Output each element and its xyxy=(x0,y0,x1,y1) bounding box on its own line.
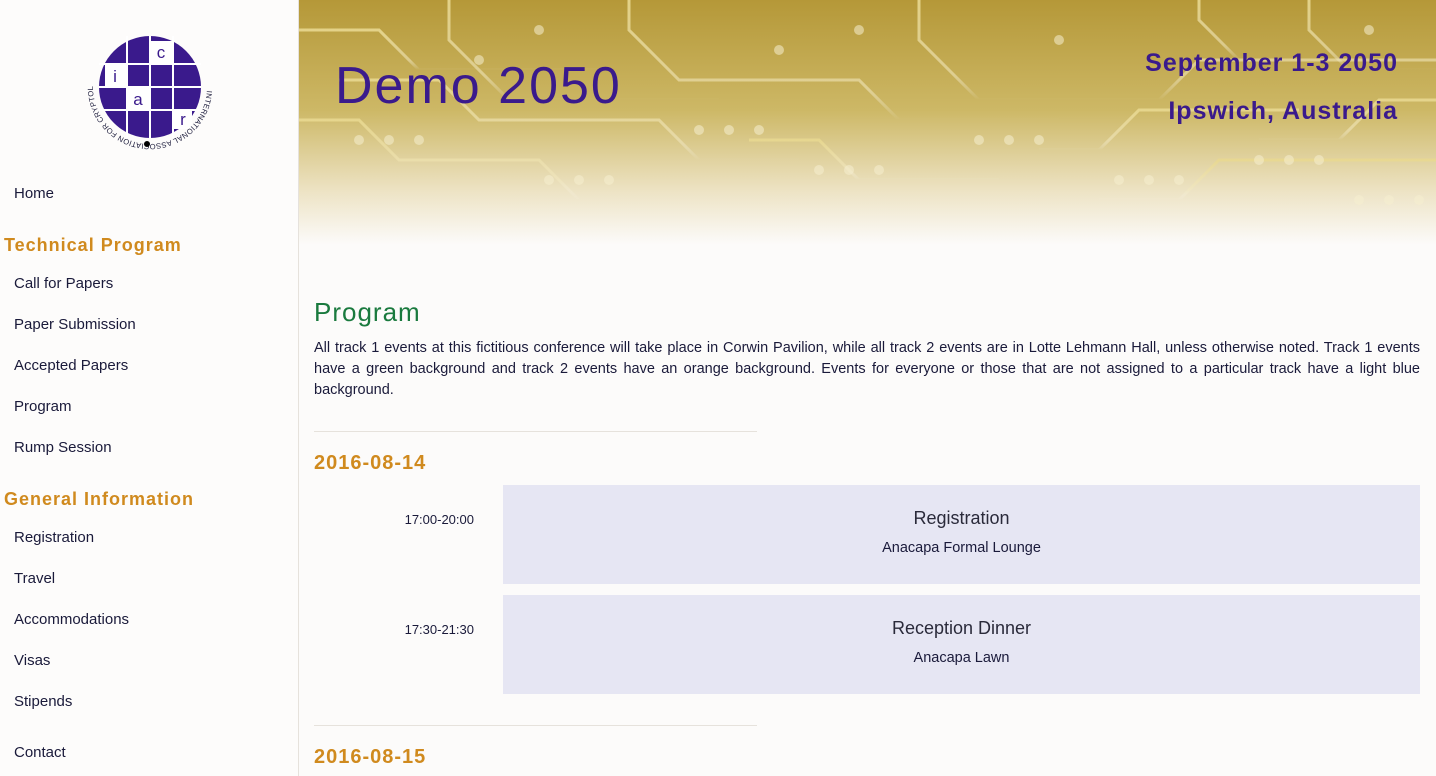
svg-text:r: r xyxy=(180,110,186,129)
program-intro: All track 1 events at this fictitious co… xyxy=(314,340,1420,398)
event-date: September 1-3 2050 xyxy=(1145,49,1398,77)
sidebar-item-visas[interactable]: Visas xyxy=(14,652,50,670)
page-title: Program xyxy=(314,297,421,327)
sidebar-item-home[interactable]: Home xyxy=(14,185,54,203)
sidebar-heading-general-information: General Information xyxy=(4,489,195,509)
event-time: 17:00-20:00 xyxy=(404,512,474,527)
svg-text:c: c xyxy=(157,43,166,62)
site-title: Demo 2050 xyxy=(335,57,622,115)
day-heading: 2016-08-15 xyxy=(314,746,427,768)
svg-text:i: i xyxy=(113,67,117,86)
event-location: Ipswich, Australia xyxy=(1168,97,1398,125)
header-banner: Demo 2050 September 1-3 2050 Ipswich, Au… xyxy=(299,0,1436,245)
day-divider xyxy=(314,725,757,726)
event-title: Reception Dinner xyxy=(891,618,1032,638)
sidebar-item-registration[interactable]: Registration xyxy=(14,529,94,547)
sidebar-item-rump-session[interactable]: Rump Session xyxy=(14,439,112,457)
sidebar-item-stipends[interactable]: Stipends xyxy=(14,693,72,711)
event-room: Anacapa Formal Lounge xyxy=(882,540,1041,556)
sidebar-item-accepted-papers[interactable]: Accepted Papers xyxy=(14,357,128,375)
sidebar-heading-technical-program: Technical Program xyxy=(4,235,182,255)
iacr-logo[interactable]: c i a r INTERNATIONAL ASSOCIATION FOR CR… xyxy=(81,17,216,151)
sidebar-item-travel[interactable]: Travel xyxy=(14,570,55,588)
event-time: 17:30-21:30 xyxy=(404,622,474,637)
sidebar: c i a r INTERNATIONAL ASSOCIATION FOR CR… xyxy=(0,0,299,776)
sidebar-item-call-for-papers[interactable]: Call for Papers xyxy=(14,275,113,293)
sidebar-item-contact[interactable]: Contact xyxy=(14,744,66,762)
iacr-logo-icon: c i a r INTERNATIONAL ASSOCIATION FOR CR… xyxy=(81,17,214,151)
sidebar-item-paper-submission[interactable]: Paper Submission xyxy=(14,316,136,334)
day-heading: 2016-08-14 xyxy=(314,452,427,474)
event-card-reception-dinner[interactable]: Reception Dinner Anacapa Lawn xyxy=(503,595,1420,694)
sidebar-item-accommodations[interactable]: Accommodations xyxy=(14,611,129,629)
day-divider xyxy=(314,431,757,432)
event-card-registration[interactable]: Registration Anacapa Formal Lounge xyxy=(503,485,1420,584)
event-title: Registration xyxy=(913,508,1010,528)
sidebar-item-program[interactable]: Program xyxy=(14,398,72,416)
svg-text:a: a xyxy=(133,90,143,109)
event-room: Anacapa Lawn xyxy=(913,650,1010,666)
